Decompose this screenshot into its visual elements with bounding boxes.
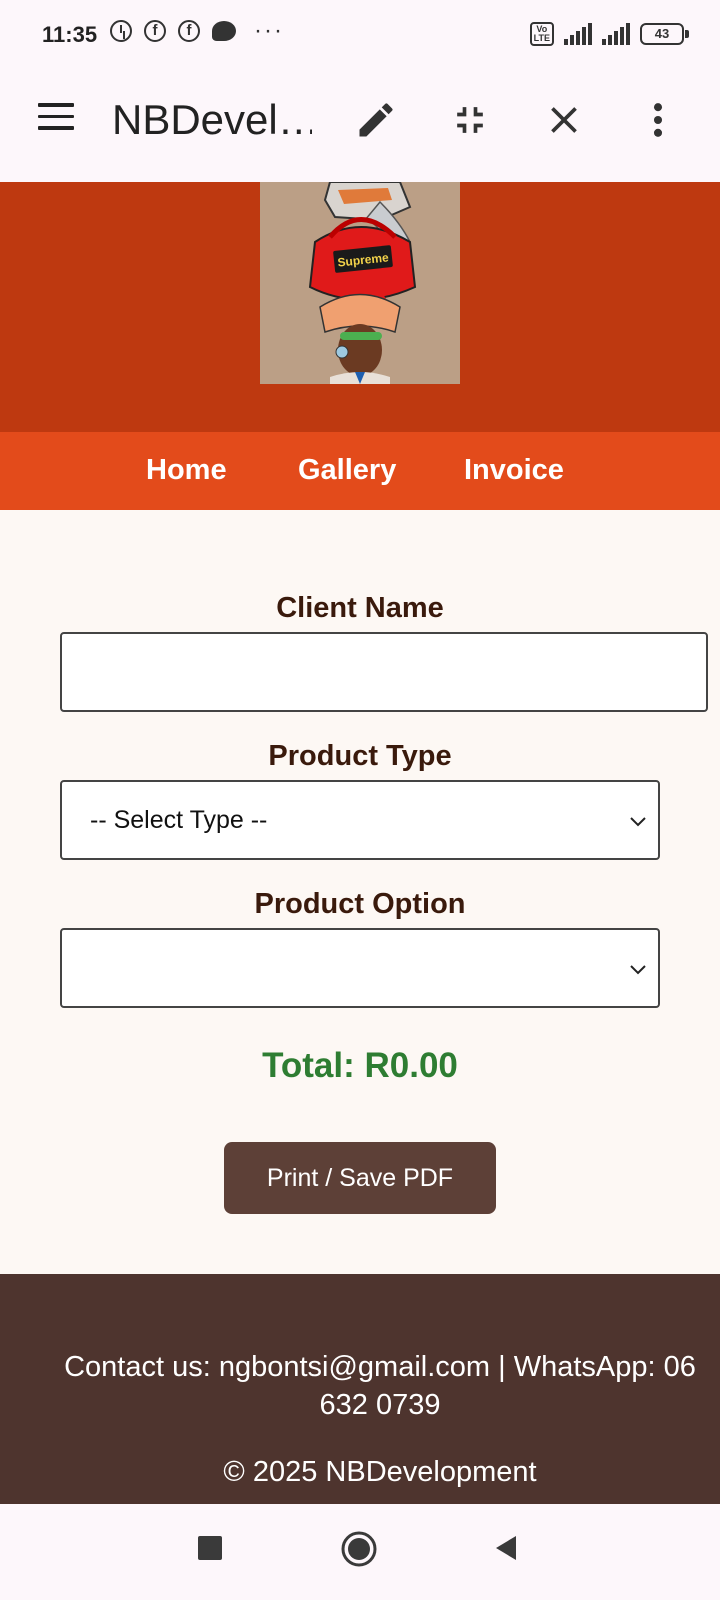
collapse-icon[interactable] [448,98,492,142]
chat-icon [212,21,236,41]
page-title: NBDevel… [112,96,312,143]
status-time: 11:35 [42,22,98,47]
product-type-value: -- Select Type -- [90,806,268,834]
product-type-select[interactable]: -- Select Type -- [60,780,660,860]
facebook-icon: f [144,20,166,42]
footer-contact-line1: Contact us: ngbontsi@gmail.com | WhatsAp… [64,1351,696,1383]
chevron-down-icon [630,965,646,975]
nav-home-link[interactable]: Home [146,454,227,487]
edit-icon[interactable] [354,98,398,142]
footer-copyright: © 2025 NBDevelopment [223,1456,537,1488]
home-icon[interactable] [340,1530,378,1568]
chevron-down-icon [630,817,646,827]
notification-icons: f f ··· [110,17,284,44]
battery-icon: 43 [640,23,689,45]
system-status-icons: Vo LTE 43 [529,22,689,46]
product-option-select[interactable] [60,928,660,1008]
print-save-pdf-button[interactable]: Print / Save PDF [224,1142,496,1214]
recents-icon[interactable] [196,1534,224,1562]
menu-icon[interactable] [38,103,74,133]
signal-4g-icon [564,23,592,45]
alarm-icon [110,20,132,42]
browser-app-bar: NBDevel… [0,68,720,182]
close-icon[interactable] [542,98,586,142]
signal-icon [602,23,630,45]
main-nav: Home Gallery Invoice [0,432,720,510]
status-bar: 11:35 f f ··· Vo LTE 43 [0,0,720,68]
logo-illustration: Supreme [308,182,417,384]
client-name-label: Client Name [276,592,444,624]
site-logo: Supreme [260,182,460,384]
back-icon[interactable] [492,1534,520,1562]
system-nav-bar [0,1504,720,1600]
footer-contact-line2: 632 0739 [319,1389,441,1421]
more-notifications-icon: ··· [254,17,284,44]
nav-invoice-link[interactable]: Invoice [464,454,564,487]
site-footer: Contact us: ngbontsi@gmail.com | WhatsAp… [0,1274,720,1504]
product-option-label: Product Option [254,888,466,920]
volte-icon: Vo LTE [529,22,554,46]
more-vert-icon[interactable] [636,98,680,142]
facebook-icon: f [178,20,200,42]
header-banner: Supreme [0,182,720,432]
product-type-label: Product Type [268,740,452,772]
nav-gallery-link[interactable]: Gallery [298,454,396,487]
invoice-total: Total: R0.00 [262,1046,458,1085]
client-name-input[interactable] [60,632,708,712]
